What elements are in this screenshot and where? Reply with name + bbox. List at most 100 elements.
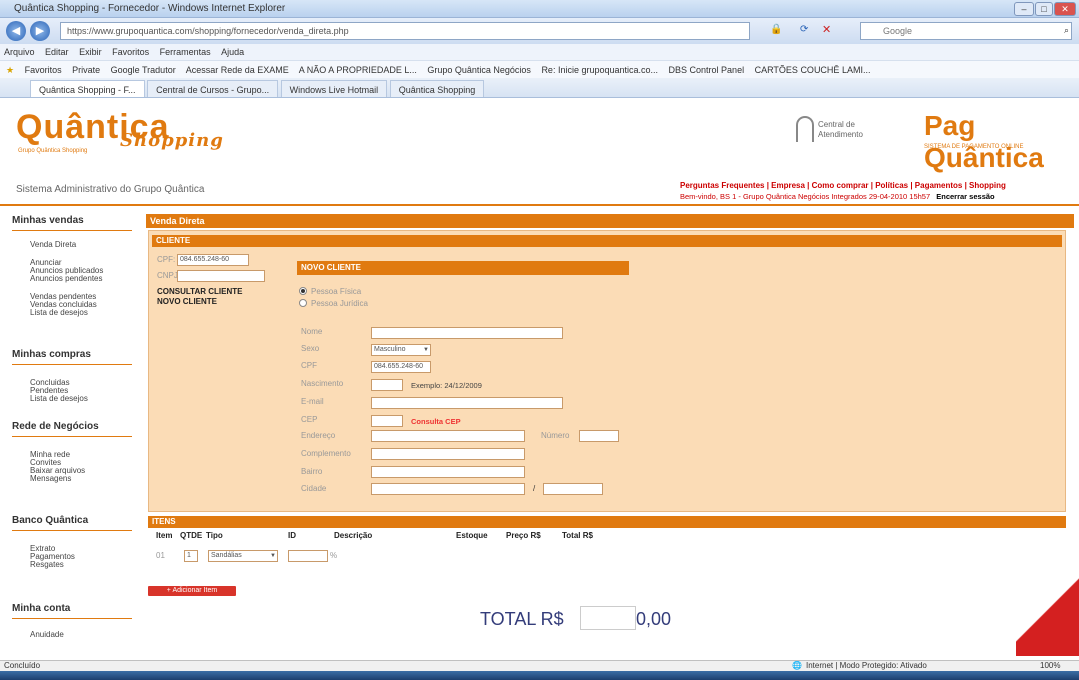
pessoa-juridica-label: Pessoa Jurídica	[311, 299, 368, 308]
percent-sign: %	[330, 551, 338, 560]
logout-link[interactable]: Encerrar sessão	[936, 192, 994, 201]
cep-input[interactable]	[371, 415, 403, 427]
nascimento-input[interactable]	[371, 379, 403, 391]
url-input[interactable]: https://www.grupoquantica.com/shopping/f…	[60, 22, 750, 40]
top-links[interactable]: Perguntas Frequentes | Empresa | Como co…	[680, 181, 1006, 190]
uf-input[interactable]	[543, 483, 603, 495]
nascimento-label: Nascimento	[301, 379, 344, 388]
cliente-panel: CLIENTE CPF: 084.655.248-60 CNPJ: CONSUL…	[148, 230, 1066, 512]
total-box	[580, 606, 636, 630]
pessoa-fisica-label: Pessoa Física	[311, 287, 362, 296]
tab-quantica-2[interactable]: Quântica Shopping	[389, 80, 485, 97]
pessoa-fisica-radio[interactable]	[299, 287, 307, 295]
tab-quantica-1[interactable]: Quântica Shopping - F...	[30, 80, 145, 97]
menu-bar: Arquivo Editar Exibir Favoritos Ferramen…	[0, 44, 1079, 60]
menu-ferramentas[interactable]: Ferramentas	[160, 47, 211, 57]
fav-item[interactable]: CARTÕES COUCHÊ LAMI...	[755, 65, 871, 75]
consultar-cliente-link[interactable]: CONSULTAR CLIENTE	[157, 287, 242, 296]
close-button[interactable]: ✕	[1054, 2, 1076, 16]
sidebar-link-venda-direta[interactable]: Venda Direta	[30, 240, 76, 250]
cidade-input[interactable]	[371, 483, 525, 495]
fav-item[interactable]: Google Tradutor	[111, 65, 176, 75]
col-total: Total R$	[562, 531, 593, 540]
numero-input[interactable]	[579, 430, 619, 442]
lock-icon[interactable]: 🔒	[770, 24, 782, 35]
endereco-input[interactable]	[371, 430, 525, 442]
headset-icon	[796, 116, 814, 142]
star-icon: ★	[6, 65, 15, 75]
welcome-text: Bem-vindo, BS 1 - Grupo Quântica Negócio…	[680, 192, 931, 201]
quantica-logo[interactable]: Quântica Shopping Grupo Quântica Shoppin…	[16, 108, 223, 154]
add-item-button[interactable]: + Adicionar Item	[148, 586, 236, 596]
itens-header: ITENS	[148, 516, 1066, 528]
search-input[interactable]: Google	[860, 22, 1072, 40]
status-text: Concluído	[4, 661, 41, 670]
nome-input[interactable]	[371, 327, 563, 339]
sidebar-link-mensagens[interactable]: Mensagens	[30, 474, 71, 484]
sidebar-link-resgates[interactable]: Resgates	[30, 560, 64, 570]
fav-item[interactable]: Acessar Rede da EXAME	[186, 65, 289, 75]
menu-arquivo[interactable]: Arquivo	[4, 47, 35, 57]
col-descricao: Descrição	[334, 531, 373, 540]
back-icon[interactable]: ◀	[6, 21, 26, 41]
central-line1: Central de	[818, 120, 855, 129]
sidebar-link-lista-desejos[interactable]: Lista de desejos	[30, 308, 88, 318]
tab-hotmail[interactable]: Windows Live Hotmail	[280, 80, 388, 97]
minimize-button[interactable]: –	[1014, 2, 1034, 16]
menu-ajuda[interactable]: Ajuda	[221, 47, 244, 57]
globe-icon: 🌐	[792, 661, 802, 670]
col-estoque: Estoque	[456, 531, 488, 540]
forward-icon[interactable]: ▶	[30, 21, 50, 41]
fav-item[interactable]: Re: Inicie grupoquantica.co...	[541, 65, 658, 75]
tipo-select[interactable]: Sandálias ▼	[208, 550, 278, 562]
pag-logo-text: Pag Quântica	[924, 110, 1044, 173]
email-input[interactable]	[371, 397, 563, 409]
nome-label: Nome	[301, 327, 323, 336]
fav-item[interactable]: A NÃO A PROPRIEDADE L...	[299, 65, 417, 75]
fav-item[interactable]: Grupo Quântica Negócios	[427, 65, 531, 75]
sidebar-link-lista-desejos-compras[interactable]: Lista de desejos	[30, 394, 88, 404]
sexo-select[interactable]: Masculino ▼	[371, 344, 431, 356]
menu-favoritos[interactable]: Favoritos	[112, 47, 149, 57]
cliente-header: CLIENTE	[152, 235, 1062, 247]
consulta-cep-link[interactable]: Consulta CEP	[411, 417, 461, 426]
sidebar-link-anuidade[interactable]: Anuidade	[30, 630, 64, 640]
tab-central-cursos[interactable]: Central de Cursos - Grupo...	[147, 80, 279, 97]
search-icon[interactable]: ⌕	[1064, 25, 1069, 36]
pessoa-juridica-radio[interactable]	[299, 299, 307, 307]
complemento-input[interactable]	[371, 448, 525, 460]
novo-cliente-header: NOVO CLIENTE	[297, 261, 629, 275]
fav-item[interactable]: Favoritos	[25, 65, 62, 75]
col-id: ID	[288, 531, 296, 540]
sexo-select-value: Masculino	[374, 346, 406, 353]
novo-cliente-link[interactable]: NOVO CLIENTE	[157, 297, 217, 306]
sidebar-divider	[12, 364, 132, 365]
id-input[interactable]	[288, 550, 328, 562]
stop-icon[interactable]: ✕	[822, 23, 831, 36]
central-atendimento[interactable]: Central de Atendimento	[818, 120, 898, 140]
cnpj-input[interactable]	[177, 270, 265, 282]
qtde-input[interactable]: 1	[184, 550, 198, 562]
cpf-input[interactable]: 084.655.248-60	[177, 254, 249, 266]
chevron-down-icon: ▼	[270, 553, 276, 559]
fav-item[interactable]: DBS Control Panel	[669, 65, 745, 75]
cep-label: CEP	[301, 415, 318, 424]
maximize-button[interactable]: □	[1035, 2, 1053, 16]
numero-label: Número	[541, 431, 570, 440]
tipo-select-value: Sandálias	[211, 552, 242, 559]
logo-subtext: Grupo Quântica Shopping	[18, 148, 88, 154]
security-badge-icon	[1016, 576, 1079, 656]
uf-separator: /	[533, 484, 536, 493]
menu-exibir[interactable]: Exibir	[79, 47, 102, 57]
fav-item[interactable]: Private	[72, 65, 100, 75]
venda-direta-bar: Venda Direta	[146, 214, 1074, 228]
sidebar-link-anuncios-pendentes[interactable]: Anuncios pendentes	[30, 274, 103, 284]
status-bar: Concluído 🌐 Internet | Modo Protegido: A…	[0, 660, 1079, 671]
menu-editar[interactable]: Editar	[45, 47, 69, 57]
pag-quantica-logo[interactable]: Pag Quântica SISTEMA DE PAGAMENTO ONLINE	[924, 110, 1079, 174]
bairro-input[interactable]	[371, 466, 525, 478]
refresh-icon[interactable]: ⟳	[800, 24, 808, 35]
zoom-level[interactable]: 100%	[1040, 661, 1060, 671]
cpf-field-input[interactable]: 084.655.248-60	[371, 361, 431, 373]
total-label: TOTAL R$	[480, 609, 564, 629]
